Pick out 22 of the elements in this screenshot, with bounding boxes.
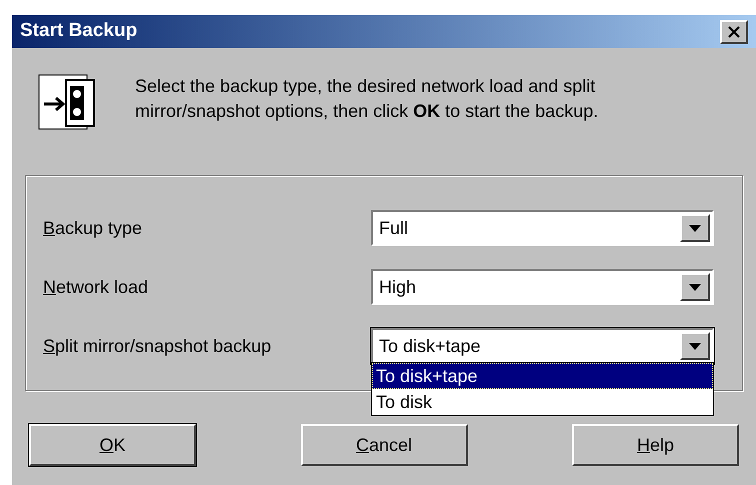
caret-icon <box>689 342 701 350</box>
field-label: Backup type <box>43 216 144 240</box>
dropdown-option[interactable]: To disk+tape <box>372 363 713 389</box>
dialog-button[interactable]: Cancel <box>300 424 468 466</box>
dialog-button[interactable]: Help <box>572 424 739 466</box>
dropdown-field[interactable]: High <box>371 269 714 305</box>
dropdown-arrow-button[interactable] <box>680 332 710 360</box>
dropdown-field[interactable]: Full <box>371 210 714 246</box>
dropdown-arrow-button[interactable] <box>680 273 710 301</box>
dropdown-arrow-button[interactable] <box>680 214 710 242</box>
backup-tape-icon <box>38 74 98 130</box>
caret-icon <box>689 224 701 232</box>
field-label: Split mirror/snapshot backup <box>43 334 272 358</box>
close-button[interactable] <box>720 20 748 44</box>
caret-icon <box>689 284 701 290</box>
instruction-text: Select the backup type, the desired network load and split mirror/snapshot options, then click OK to start the backup. <box>135 75 600 123</box>
dialog-button[interactable]: OK <box>29 424 196 466</box>
window-title: Start Backup <box>20 19 138 44</box>
dropdown-field[interactable]: To disk+tape <box>371 328 714 364</box>
dropdown-option[interactable]: To disk <box>372 389 713 415</box>
field-label: Network load <box>43 276 150 298</box>
close-icon <box>728 26 740 38</box>
